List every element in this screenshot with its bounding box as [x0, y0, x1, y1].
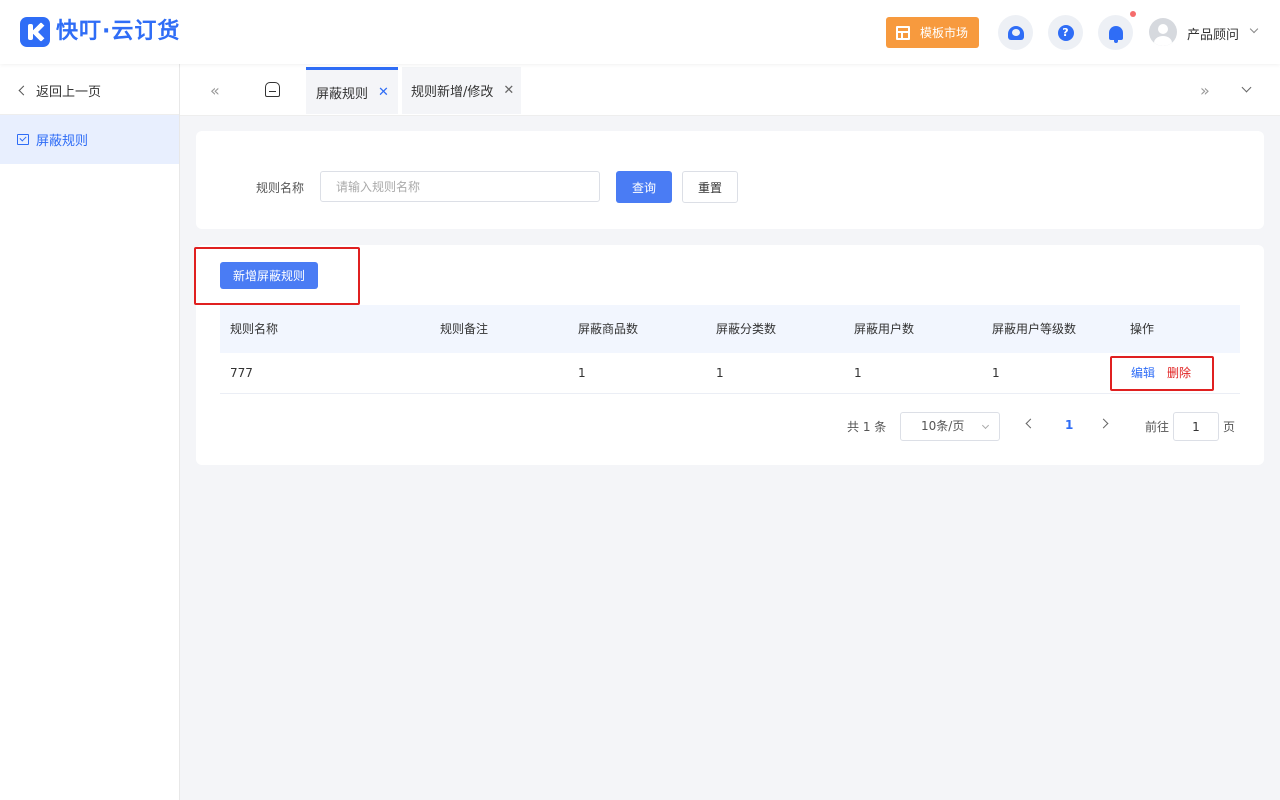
tabs-bar: « 屏蔽规则 ✕ 规则新增/修改 ✕ »: [180, 64, 1280, 116]
column-header: 操作: [1130, 322, 1155, 336]
goto-label: 前往: [1145, 420, 1170, 434]
close-icon[interactable]: ✕: [378, 85, 389, 100]
top-header: 快叮·云订货 模板市场 ? 产品顾问: [0, 0, 1280, 64]
template-market-label: 模板市场: [920, 26, 969, 40]
logo-text: 快叮·云订货: [56, 19, 181, 44]
next-page-icon[interactable]: [1098, 418, 1109, 429]
sidebar-item-block-rules[interactable]: 屏蔽规则: [0, 115, 179, 164]
rules-list-panel: 新增屏蔽规则 规则名称 规则备注 屏蔽商品数 屏蔽分类数 屏蔽用户数 屏蔽用户等…: [194, 245, 1264, 465]
template-icon: [896, 25, 910, 40]
back-label: 返回上一页: [36, 85, 102, 100]
chevron-left-icon: [18, 85, 29, 96]
sidebar: 返回上一页 屏蔽规则: [0, 64, 180, 800]
page-size-select[interactable]: 10条/页: [900, 412, 1000, 441]
sidebar-item-label: 屏蔽规则: [36, 134, 89, 149]
column-header: 屏蔽用户数: [854, 322, 915, 336]
notifications-button[interactable]: [1098, 15, 1133, 50]
table-row: 777 1 1 1 1 编辑 删除: [220, 353, 1240, 394]
table-header: 规则名称 规则备注 屏蔽商品数 屏蔽分类数 屏蔽用户数 屏蔽用户等级数 操作: [220, 305, 1240, 353]
column-header: 屏蔽商品数: [578, 322, 639, 336]
help-button[interactable]: ?: [1048, 15, 1083, 50]
rule-name-input[interactable]: [320, 171, 600, 202]
column-header: 规则名称: [230, 322, 279, 336]
template-market-button[interactable]: 模板市场: [886, 17, 979, 48]
avatar[interactable]: [1149, 18, 1177, 46]
highlight-box: [1110, 356, 1214, 391]
column-header: 规则备注: [440, 322, 489, 336]
rule-icon: [17, 134, 29, 145]
goto-page-input[interactable]: [1173, 412, 1219, 441]
logo-mark-icon: [20, 17, 50, 47]
rule-name-label: 规则名称: [256, 181, 305, 195]
category-count-cell: 1: [716, 366, 724, 380]
tab-rule-edit[interactable]: 规则新增/修改 ✕: [402, 67, 521, 114]
page-number-current[interactable]: 1: [1065, 418, 1073, 432]
help-icon: ?: [1057, 24, 1074, 41]
reset-button[interactable]: 重置: [682, 171, 738, 203]
rule-name-cell: 777: [230, 366, 253, 380]
back-link[interactable]: 返回上一页: [18, 81, 102, 100]
column-header: 屏蔽分类数: [716, 322, 777, 336]
tab-label: 规则新增/修改: [411, 85, 494, 100]
chevron-down-icon[interactable]: [1249, 24, 1259, 34]
total-count: 共 1 条: [847, 420, 887, 434]
app-logo[interactable]: 快叮·云订货: [20, 17, 180, 47]
scroll-right-icon[interactable]: »: [1200, 81, 1210, 100]
page-size-value: 10条/页: [921, 419, 965, 433]
query-button[interactable]: 查询: [616, 171, 672, 203]
search-panel: 规则名称 查询 重置: [196, 131, 1264, 229]
goto-unit: 页: [1223, 420, 1236, 434]
scroll-left-icon[interactable]: «: [210, 81, 220, 100]
close-icon[interactable]: ✕: [503, 83, 514, 98]
add-rule-button[interactable]: 新增屏蔽规则: [220, 262, 318, 289]
tab-label: 屏蔽规则: [316, 86, 369, 102]
user-name[interactable]: 产品顾问: [1187, 24, 1239, 43]
tab-block-rules[interactable]: 屏蔽规则 ✕: [306, 67, 398, 114]
rules-table: 规则名称 规则备注 屏蔽商品数 屏蔽分类数 屏蔽用户数 屏蔽用户等级数 操作 7…: [220, 305, 1240, 394]
user-level-count-cell: 1: [992, 366, 1000, 380]
prev-page-icon[interactable]: [1025, 418, 1036, 429]
bell-icon: [1108, 25, 1123, 43]
customer-service-icon: [1007, 25, 1024, 40]
notification-dot: [1130, 11, 1136, 17]
chevron-down-icon[interactable]: [1241, 82, 1252, 93]
home-icon[interactable]: [265, 82, 280, 97]
column-header: 屏蔽用户等级数: [992, 322, 1077, 336]
user-count-cell: 1: [854, 366, 862, 380]
chevron-down-icon: [981, 421, 990, 430]
customer-service-button[interactable]: [998, 15, 1033, 50]
goods-count-cell: 1: [578, 366, 586, 380]
